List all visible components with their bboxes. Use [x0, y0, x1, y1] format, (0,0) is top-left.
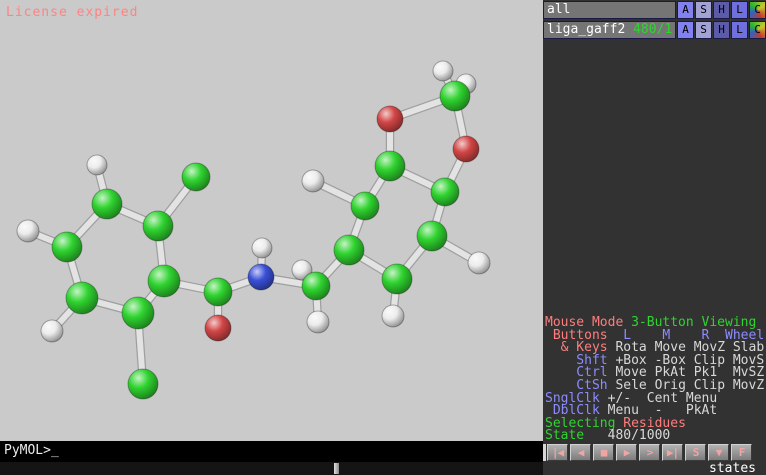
movie-btn-play[interactable]: ▶	[616, 444, 637, 461]
movie-controls: |◀◀■▶>▶|S▼F	[547, 443, 752, 462]
atom-H[interactable]	[382, 305, 404, 327]
atom-O[interactable]	[453, 136, 479, 162]
show-menu-button[interactable]: S	[695, 21, 712, 39]
sidebar: all A S H L C liga_gaff2 480/1 A S H L C…	[543, 0, 766, 475]
atom-H[interactable]	[87, 155, 107, 175]
mouse-panel: Mouse Mode 3-Button Viewing Buttons L M …	[545, 317, 766, 443]
atom-C[interactable]	[122, 297, 154, 329]
atom-C[interactable]	[351, 192, 379, 220]
hide-menu-button[interactable]: H	[713, 21, 730, 39]
atom-H[interactable]	[252, 238, 272, 258]
command-bar[interactable]: PyMOL>_	[0, 441, 543, 462]
movie-btn-go-to-start[interactable]: |◀	[547, 444, 568, 461]
color-menu-button[interactable]: C	[749, 1, 766, 19]
object-row-liga-gaff2: liga_gaff2 480/1 A S H L C	[543, 21, 766, 39]
atom-H[interactable]	[468, 252, 490, 274]
label-menu-button[interactable]: L	[731, 1, 748, 19]
hide-menu-button[interactable]: H	[713, 1, 730, 19]
atom-Cl[interactable]	[128, 369, 158, 399]
movie-btn-stop[interactable]: ■	[593, 444, 614, 461]
action-menu-button[interactable]: A	[677, 1, 694, 19]
movie-btn-step-forward[interactable]: >	[639, 444, 660, 461]
command-caret: _	[51, 443, 59, 458]
atom-C[interactable]	[417, 221, 447, 251]
movie-btn-go-to-end[interactable]: ▶|	[662, 444, 683, 461]
atom-C[interactable]	[143, 211, 173, 241]
atom-H[interactable]	[433, 61, 453, 81]
object-row-all: all A S H L C	[543, 1, 766, 19]
object-label: liga_gaff2	[547, 22, 633, 37]
object-label: all	[547, 2, 570, 17]
atom-H[interactable]	[307, 311, 329, 333]
movie-btn-step-back[interactable]: ◀	[570, 444, 591, 461]
states-label: states	[709, 461, 756, 475]
license-notice: License expired	[6, 5, 138, 20]
atom-C[interactable]	[66, 282, 98, 314]
atom-O[interactable]	[205, 315, 231, 341]
atom-C[interactable]	[440, 81, 470, 111]
atom-C[interactable]	[92, 189, 122, 219]
atom-C[interactable]	[204, 278, 232, 306]
movie-btn-menu-dropdown[interactable]: ▼	[708, 444, 729, 461]
molecule-canvas[interactable]	[0, 0, 543, 441]
object-name-all[interactable]: all	[543, 1, 676, 19]
atom-C[interactable]	[334, 235, 364, 265]
color-menu-button[interactable]: C	[749, 21, 766, 39]
command-prompt: PyMOL>	[4, 443, 51, 458]
mouse-panel-line: State 480/1000	[545, 430, 766, 443]
atom-H[interactable]	[302, 170, 324, 192]
atom-O[interactable]	[377, 106, 403, 132]
movie-btn-s-button[interactable]: S	[685, 444, 706, 461]
atom-C[interactable]	[52, 232, 82, 262]
bottom-scrollbar-track[interactable]	[0, 462, 543, 475]
object-state-count: 480/1	[633, 22, 672, 37]
show-menu-button[interactable]: S	[695, 1, 712, 19]
atom-C[interactable]	[302, 272, 330, 300]
movie-btn-f-button[interactable]: F	[731, 444, 752, 461]
atom-C[interactable]	[148, 265, 180, 297]
atom-C[interactable]	[382, 264, 412, 294]
pymol-window: License expired all A S H L C liga_gaff2…	[0, 0, 766, 475]
object-panel: all A S H L C liga_gaff2 480/1 A S H L C	[543, 0, 766, 41]
scrollbar-thumb[interactable]	[334, 463, 339, 474]
atom-Cl[interactable]	[182, 163, 210, 191]
states-row: states	[709, 461, 756, 475]
atom-N[interactable]	[248, 264, 274, 290]
action-menu-button[interactable]: A	[677, 21, 694, 39]
atom-C[interactable]	[375, 151, 405, 181]
atom-H[interactable]	[41, 320, 63, 342]
object-name-liga-gaff2[interactable]: liga_gaff2 480/1	[543, 21, 676, 39]
atom-H[interactable]	[17, 220, 39, 242]
viewport-3d[interactable]: License expired	[0, 0, 543, 441]
label-menu-button[interactable]: L	[731, 21, 748, 39]
atom-C[interactable]	[431, 178, 459, 206]
